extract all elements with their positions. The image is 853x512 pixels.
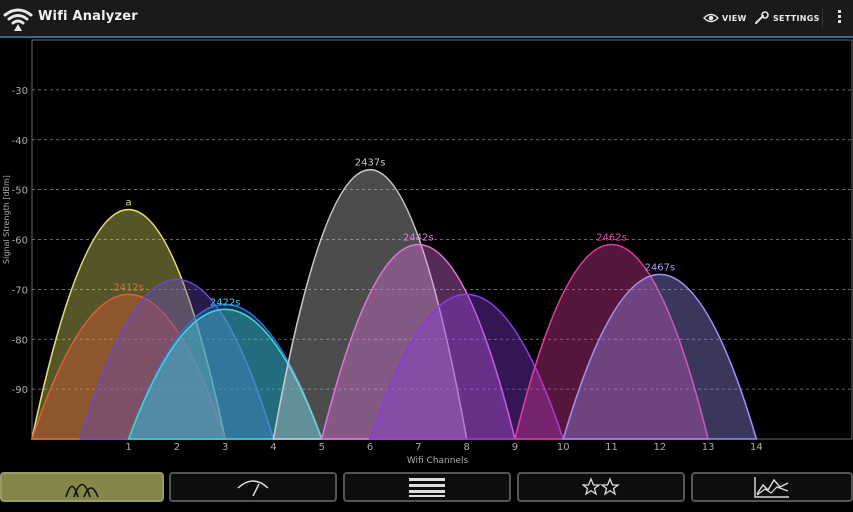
view-button[interactable]: VIEW [703,8,747,28]
y-axis-label: Signal Strength [dBm] [2,175,11,264]
channel-rating-icon [582,477,620,496]
x-tick-label: 8 [463,442,469,453]
y-tick-label: -40 [12,136,28,147]
ap-label: 2462s [596,232,627,243]
channel-graph-chart: a 2412s 2422s 2437s 2442s 2462s 2467s -30 -40 -5… [2,39,853,466]
y-tick-label: -70 [12,285,28,296]
tab-signal-meter[interactable] [169,472,337,502]
x-tick-label: 5 [319,442,325,453]
y-tick-label: -30 [12,86,28,97]
tab-time-graph[interactable] [691,472,853,502]
y-tick-label: -90 [12,385,28,396]
x-tick-label: 14 [750,442,763,453]
x-tick-label: 12 [653,442,666,453]
x-tick-label: 2 [174,442,180,453]
overflow-menu-icon[interactable] [835,8,843,28]
x-tick-label: 11 [605,442,618,453]
channel-graph: a 2412s 2422s 2437s 2442s 2462s 2467s -30 -40 -5… [0,38,853,468]
signal-meter-icon [237,480,269,497]
settings-label: SETTINGS [773,13,820,23]
tab-channel-rating[interactable] [517,472,685,502]
x-tick-label: 3 [222,442,228,453]
action-bar: Wifi Analyzer VIEW SETTINGS [0,0,853,38]
y-tick-label: -50 [12,186,28,197]
x-tick-label: 7 [415,442,421,453]
x-tick-label: 1 [125,442,131,453]
x-tick-label: 10 [557,442,570,453]
tab-channel-graph[interactable] [0,472,164,502]
ap-label: a [126,198,132,209]
time-graph-icon [754,477,789,498]
bottom-tab-bar [0,468,853,512]
ap-label: 2437s [355,158,386,169]
ap-label: 2412s [113,282,144,293]
wifi-logo-icon[interactable] [2,4,34,32]
settings-button[interactable]: SETTINGS [754,8,820,28]
app-title: Wifi Analyzer [38,9,138,24]
ap-label: 2422s [210,297,241,308]
ap-list-icon [409,478,445,497]
y-tick-label: -80 [12,335,28,346]
x-tick-label: 9 [512,442,518,453]
x-tick-label: 6 [367,442,373,453]
y-tick-label: -60 [12,236,28,247]
channel-graph-icon [65,483,99,498]
eye-icon [703,13,719,23]
ap-label: 2442s [403,232,434,243]
view-label: VIEW [722,13,747,23]
wrench-icon [755,11,769,24]
x-axis-label: Wifi Channels [407,456,469,466]
ap-label: 2467s [644,262,675,273]
actionbar-divider [822,8,823,28]
tab-ap-list[interactable] [343,472,511,502]
x-tick-label: 4 [270,442,276,453]
x-tick-label: 13 [702,442,715,453]
